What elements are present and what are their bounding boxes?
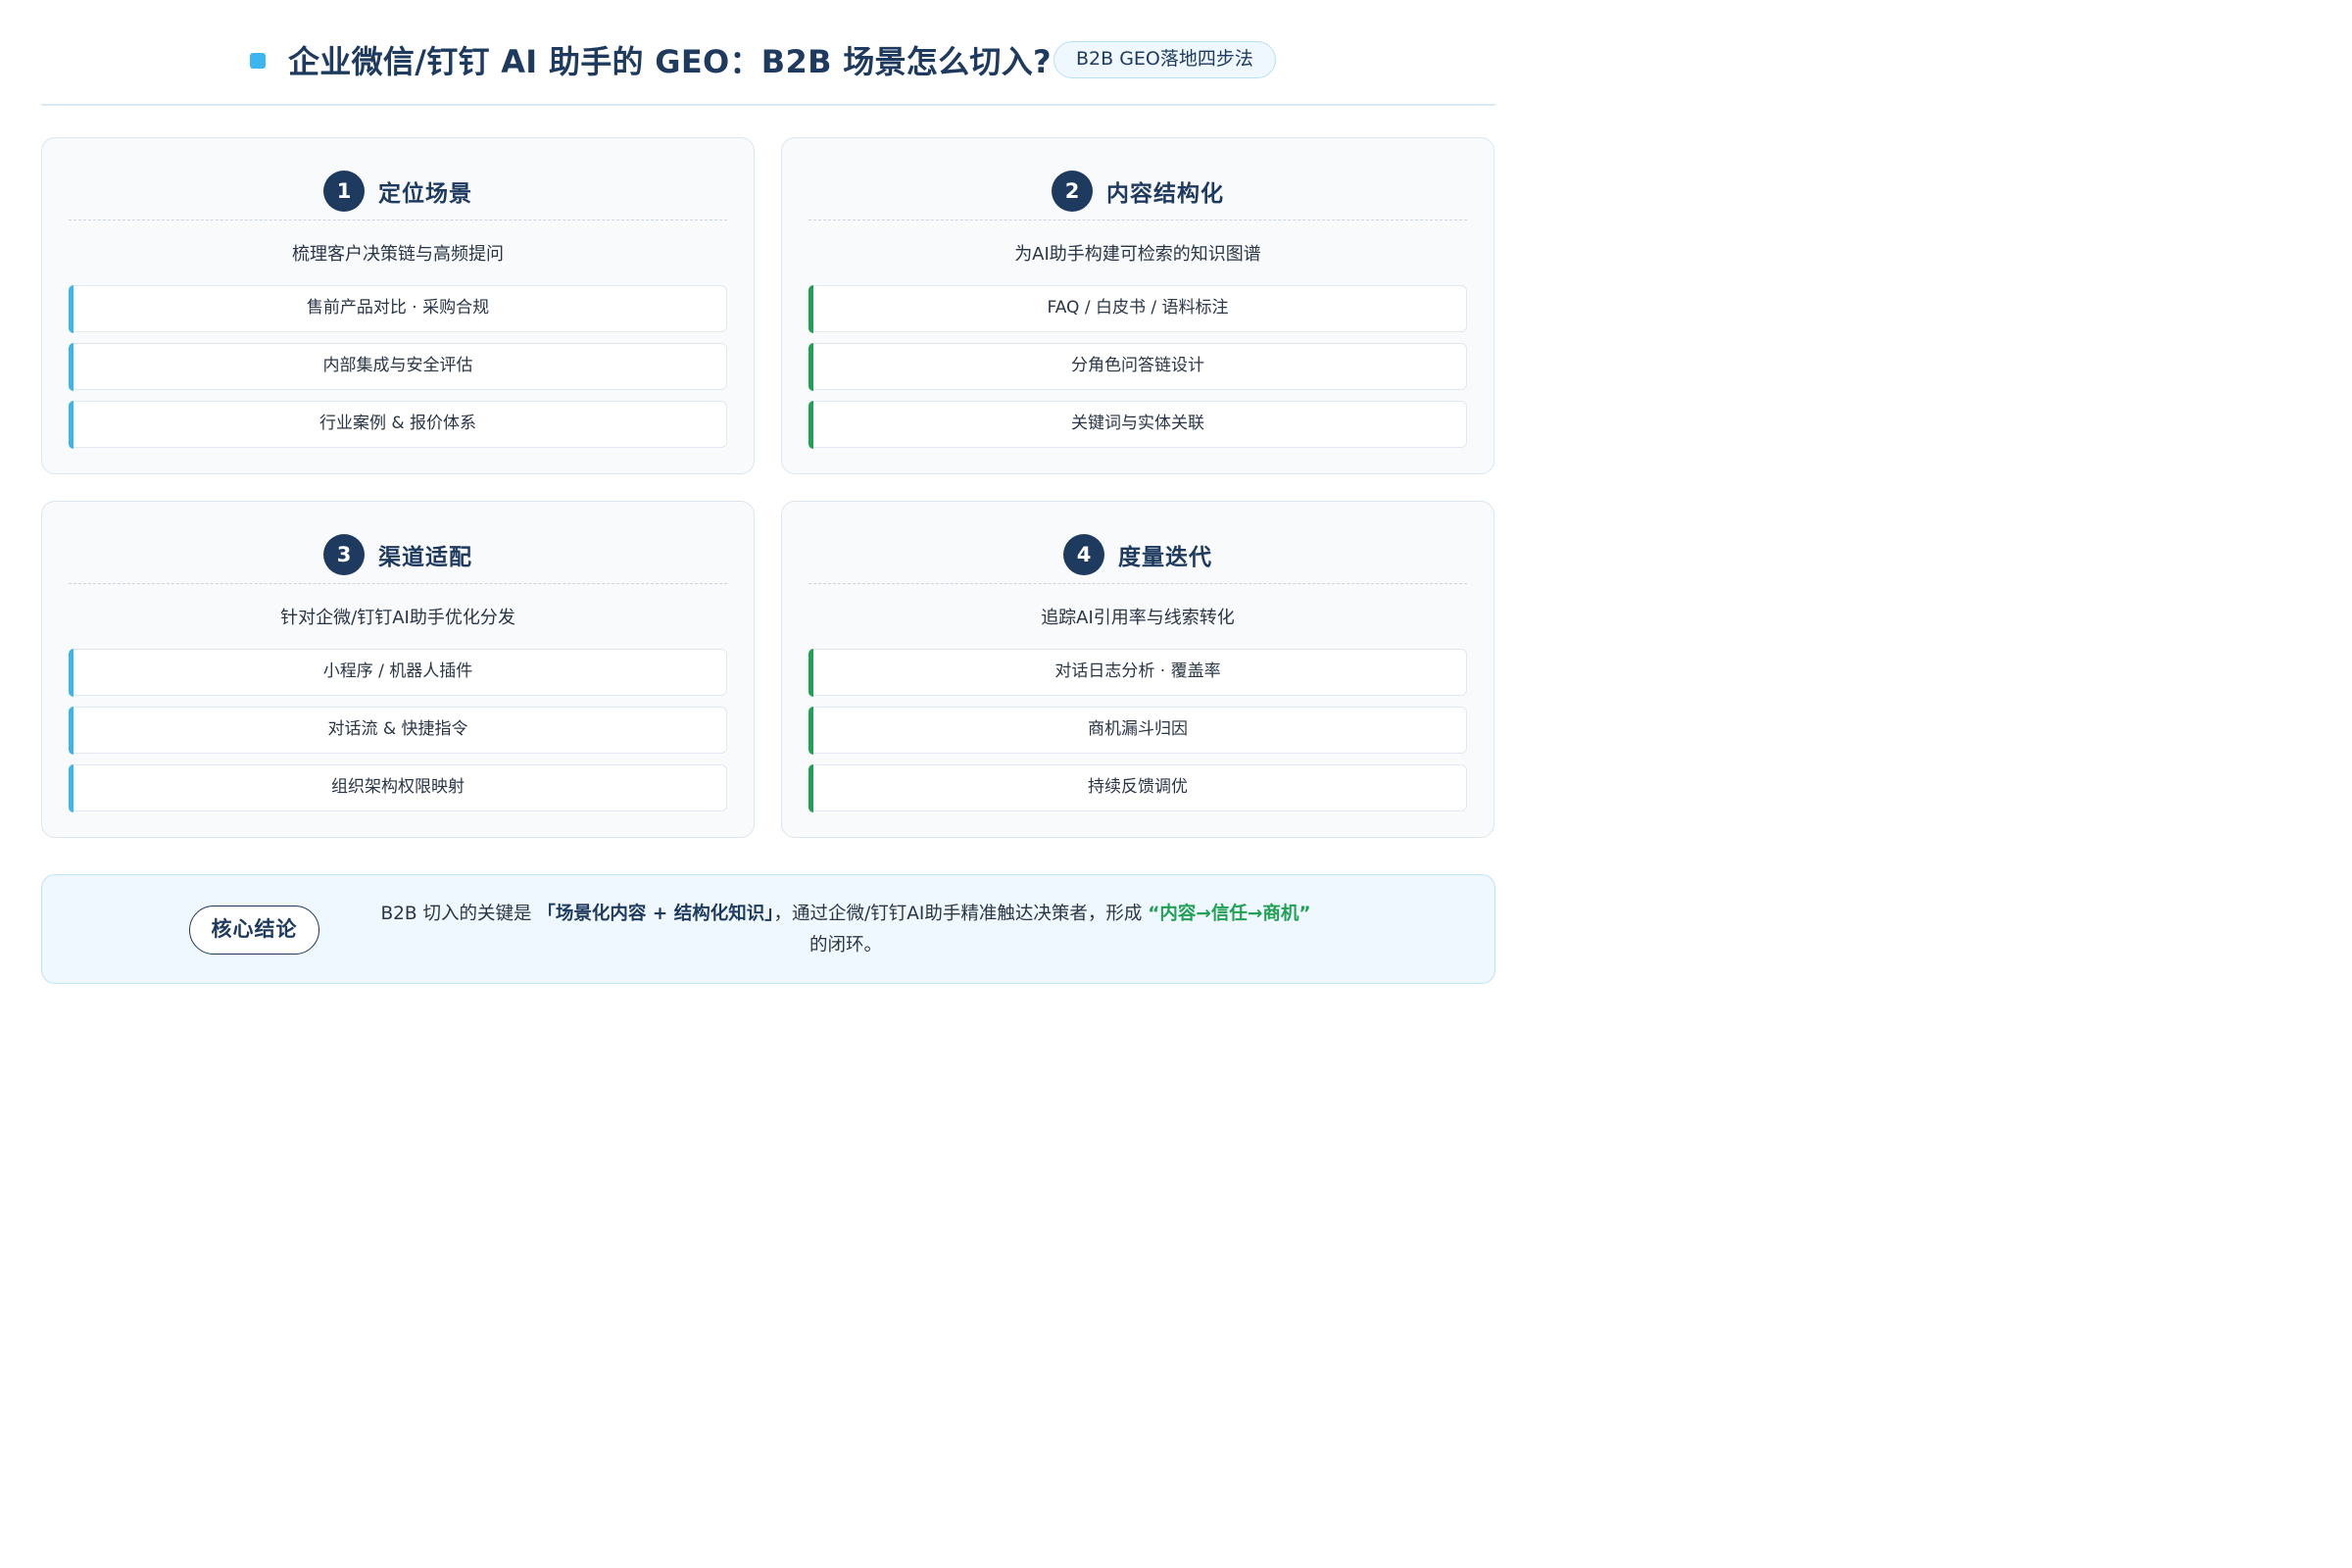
conclusion-text: B2B 切入的关键是 「场景化内容 + 结构化知识」，通过企微/钉钉AI助手精准…: [346, 899, 1346, 961]
step-card-4: 4 度量迭代 追踪AI引用率与线索转化 对话日志分析 · 覆盖率 商机漏斗归因 …: [781, 501, 1494, 838]
card-title: 渠道适配: [378, 544, 472, 570]
card-subtitle: 为AI助手构建可检索的知识图谱: [1014, 244, 1261, 265]
step-number-badge: 2: [1052, 170, 1093, 212]
card-subtitle: 梳理客户决策链与高频提问: [292, 244, 504, 265]
card-header: 3 渠道适配: [69, 525, 727, 584]
card-item: 内部集成与安全评估: [68, 342, 727, 391]
card-item: 组织架构权限映射: [68, 763, 727, 812]
step-card-1: 1 定位场景 梳理客户决策链与高频提问 售前产品对比 · 采购合规 内部集成与安…: [41, 137, 755, 474]
title-bullet-icon: [250, 53, 266, 69]
card-title: 内容结构化: [1106, 180, 1224, 207]
conclusion-text-middle: ，通过企微/钉钉AI助手精准触达决策者，形成: [773, 904, 1149, 924]
page: 企业微信/钉钉 AI 助手的 GEO：B2B 场景怎么切入? B2B GEO落地…: [0, 0, 1537, 1024]
card-title: 定位场景: [378, 180, 472, 207]
conclusion-highlight-key: 「场景化内容 + 结构化知识」: [537, 904, 774, 924]
card-item: FAQ / 白皮书 / 语料标注: [808, 284, 1467, 333]
card-subtitle: 追踪AI引用率与线索转化: [1041, 608, 1235, 628]
card-item: 关键词与实体关联: [808, 400, 1467, 449]
page-title: 企业微信/钉钉 AI 助手的 GEO：B2B 场景怎么切入?: [288, 43, 1052, 80]
card-header: 1 定位场景: [69, 162, 727, 220]
card-item: 对话流 & 快捷指令: [68, 706, 727, 755]
card-subtitle: 针对企微/钉钉AI助手优化分发: [280, 608, 515, 628]
card-item: 商机漏斗归因: [808, 706, 1467, 755]
step-number-badge: 3: [323, 533, 365, 575]
card-header: 2 内容结构化: [808, 162, 1467, 220]
card-item: 对话日志分析 · 覆盖率: [808, 648, 1467, 697]
step-card-3: 3 渠道适配 针对企微/钉钉AI助手优化分发 小程序 / 机器人插件 对话流 &…: [41, 501, 755, 838]
conclusion-highlight-loop: “内容→信任→商机”: [1148, 904, 1311, 924]
conclusion-box: 核心结论 B2B 切入的关键是 「场景化内容 + 结构化知识」，通过企微/钉钉A…: [41, 874, 1495, 984]
conclusion-text-before: B2B 切入的关键是: [380, 904, 538, 924]
step-number-badge: 1: [323, 170, 365, 212]
conclusion-text-after: 的闭环。: [808, 935, 882, 956]
conclusion-label: 核心结论: [189, 906, 319, 955]
header-tag: B2B GEO落地四步法: [1054, 41, 1276, 78]
card-item: 行业案例 & 报价体系: [68, 400, 727, 449]
card-title: 度量迭代: [1118, 544, 1212, 570]
card-item: 持续反馈调优: [808, 763, 1467, 812]
card-item: 小程序 / 机器人插件: [68, 648, 727, 697]
header: 企业微信/钉钉 AI 助手的 GEO：B2B 场景怎么切入? B2B GEO落地…: [41, 27, 1495, 106]
card-item: 分角色问答链设计: [808, 342, 1467, 391]
step-number-badge: 4: [1063, 533, 1104, 575]
step-card-2: 2 内容结构化 为AI助手构建可检索的知识图谱 FAQ / 白皮书 / 语料标注…: [781, 137, 1494, 474]
card-item: 售前产品对比 · 采购合规: [68, 284, 727, 333]
card-header: 4 度量迭代: [808, 525, 1467, 584]
